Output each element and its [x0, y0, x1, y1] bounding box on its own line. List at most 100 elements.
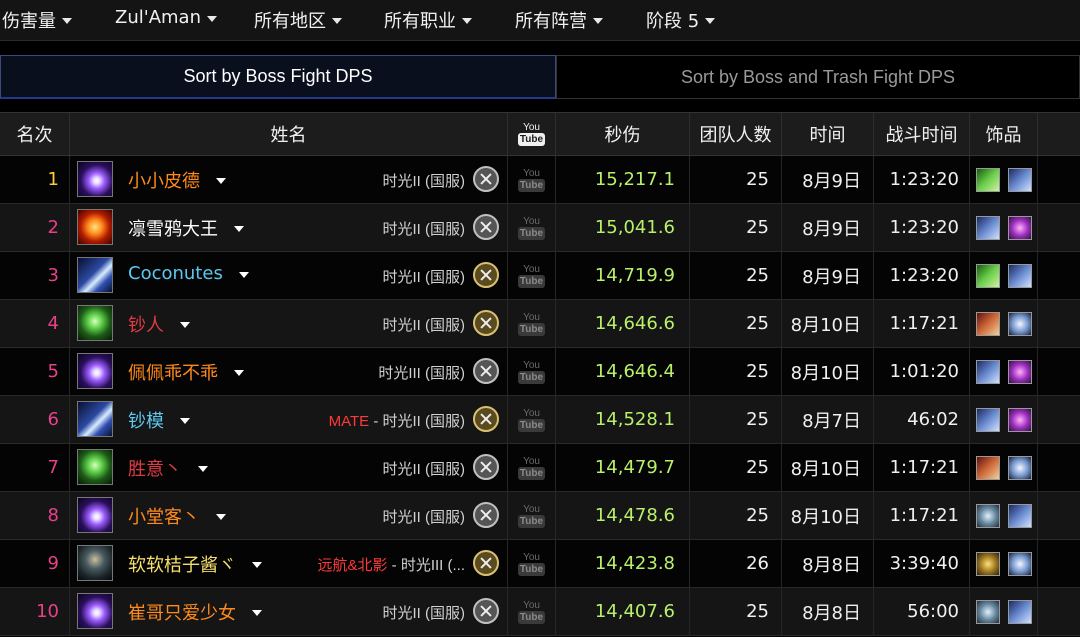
chevron-down-icon[interactable]: [198, 466, 208, 472]
chevron-down-icon[interactable]: [234, 226, 244, 232]
player-name[interactable]: 小堂客丶: [128, 503, 200, 529]
blue-trinket-icon[interactable]: [1007, 503, 1032, 528]
player-name[interactable]: 佩佩乖不乖: [128, 359, 218, 385]
skull-trinket-icon[interactable]: [1007, 455, 1032, 480]
header-raid-size[interactable]: 团队人数: [690, 113, 782, 155]
player-name[interactable]: 凛雪鸦大王: [128, 215, 218, 241]
table-row[interactable]: 4 钞人 时光II (国服) You Tube 14,646.6 25 8月10…: [0, 300, 1080, 348]
player-name-dropdown[interactable]: 小小皮德: [128, 167, 226, 193]
chevron-down-icon[interactable]: [216, 514, 226, 520]
table-row[interactable]: 1 小小皮德 时光II (国服) You Tube 15,217.1 25 8月…: [0, 156, 1080, 204]
youtube-icon[interactable]: You Tube: [517, 453, 546, 483]
filter-region[interactable]: 所有地区: [254, 7, 342, 33]
player-name-dropdown[interactable]: 钞模: [128, 407, 190, 433]
purple-trinket-icon[interactable]: [1007, 215, 1032, 240]
table-row[interactable]: 2 凛雪鸦大王 时光II (国服) You Tube 15,041.6 25 8…: [0, 204, 1080, 252]
youtube-icon[interactable]: You Tube: [517, 261, 546, 291]
youtube-cell[interactable]: You Tube: [508, 252, 556, 299]
player-name-dropdown[interactable]: Coconutes: [128, 263, 249, 284]
youtube-cell[interactable]: You Tube: [508, 348, 556, 395]
blue-trinket-icon[interactable]: [975, 215, 1000, 240]
player-name[interactable]: 钞模: [128, 407, 164, 433]
player-name-dropdown[interactable]: 凛雪鸦大王: [128, 215, 244, 241]
chevron-down-icon[interactable]: [216, 178, 226, 184]
youtube-cell[interactable]: You Tube: [508, 204, 556, 251]
player-name-dropdown[interactable]: 软软桔子酱ヾ: [128, 551, 262, 577]
youtube-cell[interactable]: You Tube: [508, 588, 556, 635]
player-name-dropdown[interactable]: 佩佩乖不乖: [128, 359, 244, 385]
blue-trinket-icon[interactable]: [1007, 263, 1032, 288]
date-value[interactable]: 8月8日: [802, 599, 861, 625]
youtube-icon[interactable]: You Tube: [517, 357, 546, 387]
purple-trinket-icon[interactable]: [1007, 359, 1032, 384]
filter-metric[interactable]: 伤害量: [2, 7, 72, 33]
date-value[interactable]: 8月10日: [791, 503, 861, 529]
date-value[interactable]: 8月9日: [802, 263, 861, 289]
player-name-dropdown[interactable]: 胜意丶: [128, 455, 208, 481]
player-name[interactable]: 软软桔子酱ヾ: [128, 551, 236, 577]
player-name-dropdown[interactable]: 崔哥只爱少女: [128, 599, 262, 625]
filter-class[interactable]: 所有职业: [384, 7, 472, 33]
chevron-down-icon[interactable]: [234, 370, 244, 376]
grey-trinket-icon[interactable]: [975, 503, 1000, 528]
header-date[interactable]: 时间: [782, 113, 874, 155]
green-trinket-icon[interactable]: [975, 167, 1000, 192]
skull-trinket-icon[interactable]: [1007, 551, 1032, 576]
guild-name[interactable]: MATE: [329, 413, 370, 430]
date-value[interactable]: 8月7日: [802, 407, 861, 433]
date-value[interactable]: 8月8日: [802, 551, 861, 577]
youtube-cell[interactable]: You Tube: [508, 396, 556, 443]
player-name[interactable]: 小小皮德: [128, 167, 200, 193]
youtube-icon[interactable]: You Tube: [517, 309, 546, 339]
youtube-icon[interactable]: You Tube: [517, 213, 546, 243]
grey-trinket-icon[interactable]: [975, 599, 1000, 624]
date-value[interactable]: 8月10日: [791, 359, 861, 385]
blue-trinket-icon[interactable]: [975, 359, 1000, 384]
filter-faction[interactable]: 所有阵营: [515, 7, 603, 33]
chevron-down-icon[interactable]: [180, 322, 190, 328]
player-name[interactable]: 钞人: [128, 311, 164, 337]
youtube-icon[interactable]: You Tube: [517, 501, 546, 531]
header-dps[interactable]: 秒伤: [556, 113, 690, 155]
table-row[interactable]: 6 钞模 MATE - 时光II (国服) You Tube 14,528.1 …: [0, 396, 1080, 444]
chevron-down-icon[interactable]: [238, 271, 249, 278]
date-value[interactable]: 8月10日: [791, 311, 861, 337]
tab-boss-trash-dps[interactable]: Sort by Boss and Trash Fight DPS: [556, 55, 1080, 99]
header-duration[interactable]: 战斗时间: [874, 113, 970, 155]
filter-phase[interactable]: 阶段 5: [646, 7, 716, 33]
guild-name[interactable]: 远航&北影: [317, 557, 387, 574]
youtube-icon[interactable]: You Tube: [517, 165, 546, 195]
youtube-cell[interactable]: You Tube: [508, 444, 556, 491]
table-row[interactable]: 3 Coconutes 时光II (国服) You Tube 14,719.9 …: [0, 252, 1080, 300]
player-name-dropdown[interactable]: 钞人: [128, 311, 190, 337]
table-row[interactable]: 9 软软桔子酱ヾ 远航&北影 - 时光III (... You Tube 14,…: [0, 540, 1080, 588]
chevron-down-icon[interactable]: [180, 418, 190, 424]
date-value[interactable]: 8月10日: [791, 455, 861, 481]
table-row[interactable]: 8 小堂客丶 时光II (国服) You Tube 14,478.6 25 8月…: [0, 492, 1080, 540]
youtube-cell[interactable]: You Tube: [508, 540, 556, 587]
green-trinket-icon[interactable]: [975, 263, 1000, 288]
youtube-icon[interactable]: You Tube: [517, 597, 546, 627]
red-trinket-icon[interactable]: [975, 311, 1000, 336]
tab-boss-dps[interactable]: Sort by Boss Fight DPS: [0, 55, 556, 99]
blue-trinket-icon[interactable]: [975, 407, 1000, 432]
header-rank[interactable]: 名次: [0, 113, 70, 155]
gold-trinket-icon[interactable]: [975, 551, 1000, 576]
youtube-icon[interactable]: You Tube: [517, 549, 546, 579]
chevron-down-icon[interactable]: [252, 610, 262, 616]
table-row[interactable]: 7 胜意丶 时光II (国服) You Tube 14,479.7 25 8月1…: [0, 444, 1080, 492]
player-name[interactable]: Coconutes: [128, 263, 223, 284]
youtube-icon[interactable]: You Tube: [517, 405, 546, 435]
player-name[interactable]: 崔哥只爱少女: [128, 599, 236, 625]
youtube-cell[interactable]: You Tube: [508, 492, 556, 539]
player-name-dropdown[interactable]: 小堂客丶: [128, 503, 226, 529]
red-trinket-icon[interactable]: [975, 455, 1000, 480]
purple-trinket-icon[interactable]: [1007, 407, 1032, 432]
table-row[interactable]: 10 崔哥只爱少女 时光II (国服) You Tube 14,407.6 25…: [0, 588, 1080, 636]
youtube-cell[interactable]: You Tube: [508, 300, 556, 347]
skull-trinket-icon[interactable]: [1007, 311, 1032, 336]
chevron-down-icon[interactable]: [252, 562, 262, 568]
table-row[interactable]: 5 佩佩乖不乖 时光III (国服) You Tube 14,646.4 25 …: [0, 348, 1080, 396]
header-name[interactable]: 姓名: [70, 113, 508, 155]
blue-trinket-icon[interactable]: [1007, 599, 1032, 624]
